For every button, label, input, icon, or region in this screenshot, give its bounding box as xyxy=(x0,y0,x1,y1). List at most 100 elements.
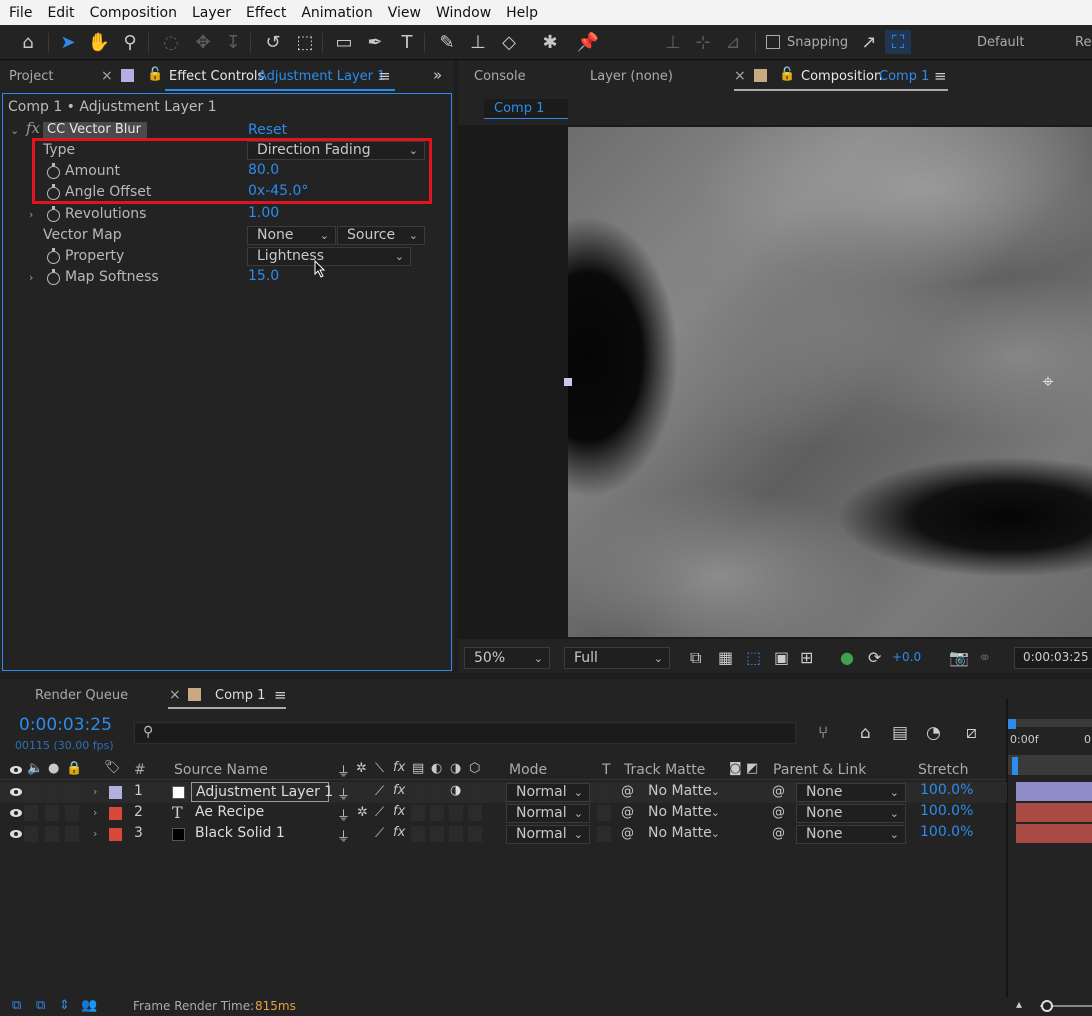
label-color-swatch[interactable] xyxy=(109,828,122,841)
layer-duration-bar[interactable] xyxy=(1016,782,1092,801)
mode-dropdown[interactable]: Normal ⌄ xyxy=(506,825,590,844)
chevron-right-icon[interactable]: › xyxy=(93,827,97,840)
workspace-next[interactable]: Re xyxy=(1075,35,1091,50)
panel-menu-icon[interactable]: ≡ xyxy=(274,686,287,704)
solo-toggle[interactable] xyxy=(45,784,59,800)
layer-row[interactable]: › 3 Black Solid 1 ⏚ ⟋ fx Normal ⌄ @ No M… xyxy=(0,824,1007,845)
frame-blending-icon[interactable]: ▤ xyxy=(892,723,908,743)
panel-menu-icon[interactable]: ≡ xyxy=(934,67,947,85)
close-icon[interactable]: × xyxy=(734,68,746,84)
transfer-controls-icon[interactable]: ⧉ xyxy=(36,998,45,1013)
menu-animation[interactable]: Animation xyxy=(292,5,378,21)
layer-name-field[interactable]: Ae Recipe xyxy=(191,803,329,823)
eye-icon[interactable] xyxy=(10,809,22,817)
time-ruler[interactable] xyxy=(1008,755,1092,775)
track-matte-dropdown[interactable]: No Matte ⌄ xyxy=(640,825,724,844)
brush-tool-icon[interactable]: ✎ xyxy=(434,30,460,54)
preserve-transparency-toggle[interactable] xyxy=(597,826,611,842)
graph-editor-icon[interactable]: ⧄ xyxy=(966,723,977,743)
tab-project[interactable]: Project xyxy=(9,69,53,84)
close-icon[interactable]: × xyxy=(169,687,181,703)
collapse-switch-icon[interactable]: ✲ xyxy=(357,805,368,820)
adjustment-switch[interactable] xyxy=(449,826,463,842)
reset-button[interactable]: Reset xyxy=(248,122,287,138)
pickwhip-icon[interactable]: @ xyxy=(621,784,634,799)
menu-layer[interactable]: Layer xyxy=(183,5,237,21)
pan-behind-icon[interactable]: ⬚ xyxy=(292,30,318,54)
parent-pickwhip-icon[interactable]: @ xyxy=(772,805,785,820)
pan-camera-icon[interactable]: ✥ xyxy=(190,30,216,54)
zoom-slider-thumb[interactable] xyxy=(1041,1000,1053,1012)
tab-composition-target[interactable]: Comp 1 xyxy=(879,69,929,84)
menu-edit[interactable]: Edit xyxy=(38,5,80,21)
audio-toggle[interactable] xyxy=(24,784,38,800)
layer-name-field[interactable]: Adjustment Layer 1 xyxy=(191,782,333,802)
label-color-swatch[interactable] xyxy=(109,786,122,799)
layer-row[interactable]: › 2 T Ae Recipe ⏚ ✲ ⟋ fx Normal ⌄ @ No M… xyxy=(0,803,1007,824)
tab-effect-controls[interactable]: Effect Controls xyxy=(169,69,264,84)
expand-panels-icon[interactable]: » xyxy=(433,66,442,84)
track-matte-dropdown[interactable]: No Matte ⌄ xyxy=(640,783,724,802)
roto-brush-icon[interactable]: ✱ xyxy=(537,30,563,54)
parent-pickwhip-icon[interactable]: @ xyxy=(772,826,785,841)
frame-blend-switch[interactable] xyxy=(411,826,425,842)
eraser-tool-icon[interactable]: ◇ xyxy=(496,30,522,54)
fast-preview-icon[interactable]: ⧉ xyxy=(690,648,701,668)
audio-toggle[interactable] xyxy=(24,826,38,842)
motion-blur-icon[interactable]: ◔ xyxy=(926,723,941,743)
audio-toggle[interactable] xyxy=(24,805,38,821)
column-source-name[interactable]: Source Name xyxy=(174,762,268,778)
playhead[interactable] xyxy=(1012,757,1018,775)
revolutions-value[interactable]: 1.00 xyxy=(248,205,279,221)
home-icon[interactable]: ⌂ xyxy=(15,30,41,54)
lock-toggle[interactable] xyxy=(65,784,79,800)
workspace-default[interactable]: Default xyxy=(977,35,1025,50)
track-matte-dropdown[interactable]: No Matte ⌄ xyxy=(640,804,724,823)
rotation-tool-icon[interactable]: ↺ xyxy=(260,30,286,54)
zoom-out-icon[interactable]: ▴ xyxy=(1016,997,1022,1011)
layer-duration-bar[interactable] xyxy=(1016,824,1092,843)
parent-dropdown[interactable]: None ⌄ xyxy=(796,804,906,823)
mask-visibility-icon[interactable]: ⬚ xyxy=(746,648,761,667)
solo-toggle[interactable] xyxy=(45,805,59,821)
shy-layers-icon[interactable]: ⌂ xyxy=(860,723,871,743)
exposure-value[interactable]: +0.0 xyxy=(892,650,921,664)
work-area-start-handle[interactable] xyxy=(1008,719,1016,729)
map-softness-value[interactable]: 15.0 xyxy=(248,268,279,284)
search-input[interactable]: ⚲ xyxy=(134,722,796,744)
solo-toggle[interactable] xyxy=(45,826,59,842)
layer-handle[interactable] xyxy=(564,378,572,386)
vector-map-layer-dropdown[interactable]: None ⌄ xyxy=(247,226,336,245)
zoom-dropdown[interactable]: 50% ⌄ xyxy=(464,647,550,669)
parent-pickwhip-icon[interactable]: @ xyxy=(772,784,785,799)
pickwhip-icon[interactable]: @ xyxy=(621,805,634,820)
render-time-icon[interactable]: 👥 xyxy=(81,998,97,1013)
tab-render-queue[interactable]: Render Queue xyxy=(35,688,128,703)
snap-features-icon[interactable]: ⛶ xyxy=(885,30,911,54)
stretch-value[interactable]: 100.0% xyxy=(920,782,973,798)
hand-tool-icon[interactable]: ✋ xyxy=(86,30,112,54)
show-snapshot-icon[interactable]: ⚭ xyxy=(978,648,991,667)
snapping-checkbox[interactable] xyxy=(766,35,780,49)
adjustment-switch[interactable]: ◑ xyxy=(449,783,463,800)
clone-stamp-icon[interactable]: ⊥ xyxy=(465,30,491,54)
motion-blur-switch[interactable] xyxy=(430,826,444,842)
preserve-transparency-toggle[interactable] xyxy=(597,784,611,800)
3d-switch[interactable] xyxy=(468,805,482,821)
frame-blend-switch[interactable] xyxy=(411,784,425,800)
chevron-right-icon[interactable]: › xyxy=(93,785,97,798)
preserve-transparency-toggle[interactable] xyxy=(597,805,611,821)
tab-comp[interactable]: Comp 1 xyxy=(215,688,265,703)
eye-icon[interactable] xyxy=(10,788,22,796)
tab-layer[interactable]: Layer (none) xyxy=(590,69,673,84)
region-of-interest-icon[interactable]: ▣ xyxy=(774,648,789,667)
tab-composition[interactable]: Composition xyxy=(801,69,882,84)
chevron-right-icon[interactable]: › xyxy=(29,271,33,284)
fx-icon[interactable]: fx xyxy=(26,119,40,137)
rectangle-tool-icon[interactable]: ▭ xyxy=(331,30,357,54)
color-management-icon[interactable]: ⟳ xyxy=(868,648,881,667)
layer-name-field[interactable]: Black Solid 1 xyxy=(191,824,329,844)
pen-tool-icon[interactable]: ✒ xyxy=(362,30,388,54)
world-axis-icon[interactable]: ⊹ xyxy=(690,30,716,54)
eye-icon[interactable] xyxy=(10,830,22,838)
